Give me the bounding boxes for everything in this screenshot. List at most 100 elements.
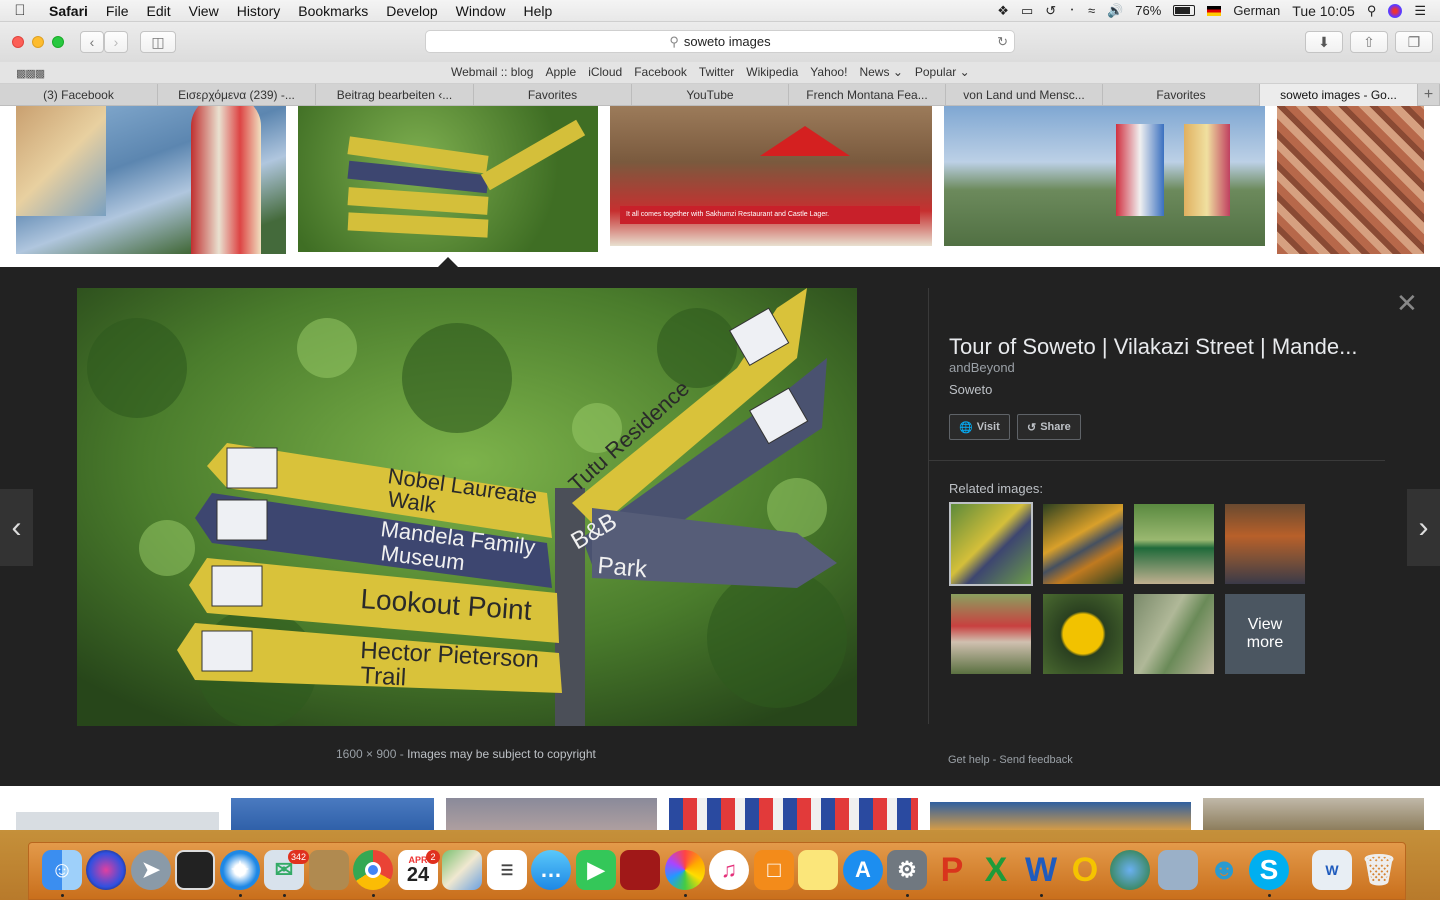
view-more-button[interactable]: View more [1225, 594, 1305, 674]
menu-view[interactable]: View [180, 3, 228, 19]
menu-file[interactable]: File [97, 3, 138, 19]
result-thumb-b3[interactable] [446, 798, 657, 830]
outlook-icon[interactable]: O [1065, 850, 1105, 890]
tab-edit-post[interactable]: Beitrag bearbeiten ‹... [316, 84, 474, 106]
siri-icon[interactable] [1388, 3, 1403, 18]
app-store-icon[interactable]: A [843, 850, 883, 890]
menu-bookmarks[interactable]: Bookmarks [289, 3, 377, 19]
share-button[interactable]: ⇧ [1350, 31, 1388, 53]
tab-french-montana[interactable]: French Montana Fea... [789, 84, 946, 106]
siri-dock-icon[interactable] [86, 850, 126, 890]
fav-news[interactable]: News ⌄ [859, 65, 902, 79]
result-thumb-restaurant[interactable]: It all comes together with Sakhumzi Rest… [610, 106, 932, 246]
ibooks-icon[interactable]: □ [754, 850, 794, 890]
send-feedback-link[interactable]: Send feedback [999, 754, 1072, 766]
powerpoint-icon[interactable]: P [932, 850, 972, 890]
launchpad-icon[interactable]: ➤ [131, 850, 171, 890]
notes-app-icon[interactable] [309, 850, 349, 890]
top-sites-icon[interactable]: ▩▩▩ [16, 67, 45, 80]
menu-edit[interactable]: Edit [137, 3, 179, 19]
finder-icon[interactable]: ☺ [42, 850, 82, 890]
volume-icon[interactable]: 🔊 [1107, 3, 1123, 19]
photos-icon[interactable] [665, 850, 705, 890]
result-thumb-b6[interactable] [1203, 798, 1424, 830]
fav-twitter[interactable]: Twitter [699, 65, 734, 79]
address-bar[interactable]: ⚲ soweto images ↻ [425, 30, 1015, 53]
sidebar-toggle-button[interactable]: ◫ [140, 31, 176, 53]
skype-icon[interactable]: S [1249, 850, 1289, 890]
fav-facebook[interactable]: Facebook [634, 65, 687, 79]
menu-history[interactable]: History [228, 3, 290, 19]
main-preview-image[interactable]: Nobel Laureate Walk Mandela Family Museu… [77, 288, 857, 726]
network-icon[interactable] [1110, 850, 1150, 890]
input-language[interactable]: German [1233, 3, 1280, 18]
result-thumb-b2[interactable] [231, 798, 434, 830]
related-image-3[interactable] [1134, 504, 1214, 584]
spotlight-icon[interactable]: ⚲ [1367, 3, 1377, 19]
visit-button[interactable]: 🌐 Visit [949, 414, 1010, 440]
clock[interactable]: Tue 10:05 [1292, 3, 1355, 19]
get-help-link[interactable]: Get help [948, 754, 990, 766]
messages-icon[interactable]: … [531, 850, 571, 890]
related-image-1[interactable] [949, 502, 1033, 586]
battery-icon[interactable] [1173, 5, 1196, 16]
close-preview-icon[interactable]: ✕ [1396, 288, 1418, 319]
reload-icon[interactable]: ↻ [997, 34, 1008, 50]
apple-menu-icon[interactable]:  [0, 2, 40, 19]
facetime-icon[interactable]: ▶ [576, 850, 616, 890]
show-tabs-button[interactable]: ❐ [1395, 31, 1433, 53]
fav-webmail[interactable]: Webmail :: blog [451, 65, 533, 79]
result-thumb-b4[interactable] [669, 798, 918, 830]
related-image-6[interactable] [1043, 594, 1123, 674]
related-image-7[interactable] [1134, 594, 1214, 674]
german-flag-icon[interactable] [1207, 5, 1222, 16]
menu-help[interactable]: Help [514, 3, 561, 19]
result-thumb-b1[interactable] [16, 812, 219, 830]
bluetooth-icon[interactable]: ᛫ [1068, 3, 1076, 18]
maps-icon[interactable] [442, 850, 482, 890]
result-thumb-towers-closeup[interactable] [16, 106, 286, 254]
dropbox-icon[interactable]: ❖ [997, 3, 1009, 19]
tab-von-land[interactable]: von Land und Mensc... [946, 84, 1103, 106]
related-image-2[interactable] [1043, 504, 1123, 584]
result-thumb-towers-landscape[interactable] [944, 106, 1265, 246]
zoom-window-button[interactable] [52, 36, 64, 48]
airplay-icon[interactable]: ▭ [1021, 3, 1033, 19]
app-menu[interactable]: Safari [40, 3, 97, 19]
reminders-icon[interactable]: ☰ [487, 850, 527, 890]
tab-facebook[interactable]: (3) Facebook [0, 84, 158, 106]
preview-title[interactable]: Tour of Soweto | Vilakazi Street | Mande… [949, 334, 1369, 360]
chrome-icon[interactable] [353, 850, 393, 890]
tab-favorites-1[interactable]: Favorites [474, 84, 632, 106]
system-preferences-icon[interactable]: ⚙ [887, 850, 927, 890]
trash-icon[interactable]: 🗑 [1359, 850, 1399, 890]
previous-image-button[interactable]: ‹ [0, 489, 33, 566]
back-button[interactable]: ‹ [80, 31, 104, 53]
document-icon[interactable]: W [1312, 850, 1352, 890]
time-machine-icon[interactable]: ↺ [1045, 3, 1056, 19]
tab-soweto-images[interactable]: soweto images - Go... [1260, 84, 1418, 106]
result-thumb-b5[interactable] [930, 802, 1191, 830]
excel-icon[interactable]: X [976, 850, 1016, 890]
fav-wikipedia[interactable]: Wikipedia [746, 65, 798, 79]
next-image-button[interactable]: › [1407, 489, 1440, 566]
notification-center-icon[interactable]: ☰ [1414, 3, 1426, 19]
result-thumb-township[interactable] [1277, 106, 1424, 254]
minimize-window-button[interactable] [32, 36, 44, 48]
close-window-button[interactable] [12, 36, 24, 48]
related-image-5[interactable] [951, 594, 1031, 674]
related-image-4[interactable] [1225, 504, 1305, 584]
people-icon[interactable]: ☻ [1204, 850, 1244, 890]
fav-popular[interactable]: Popular ⌄ [915, 65, 970, 79]
wifi-icon[interactable]: ≈ [1088, 3, 1095, 18]
tab-inbox[interactable]: Εισερχόμενα (239) -... [158, 84, 316, 106]
menu-window[interactable]: Window [447, 3, 515, 19]
downloads-button[interactable]: ⬇ [1305, 31, 1343, 53]
result-thumb-signpost[interactable] [298, 106, 598, 252]
tab-youtube[interactable]: YouTube [632, 84, 789, 106]
fav-yahoo[interactable]: Yahoo! [810, 65, 847, 79]
fav-icloud[interactable]: iCloud [588, 65, 622, 79]
stickies-icon[interactable] [798, 850, 838, 890]
safari-icon[interactable]: ✦ [220, 850, 260, 890]
share-preview-button[interactable]: ↺ Share [1017, 414, 1081, 440]
